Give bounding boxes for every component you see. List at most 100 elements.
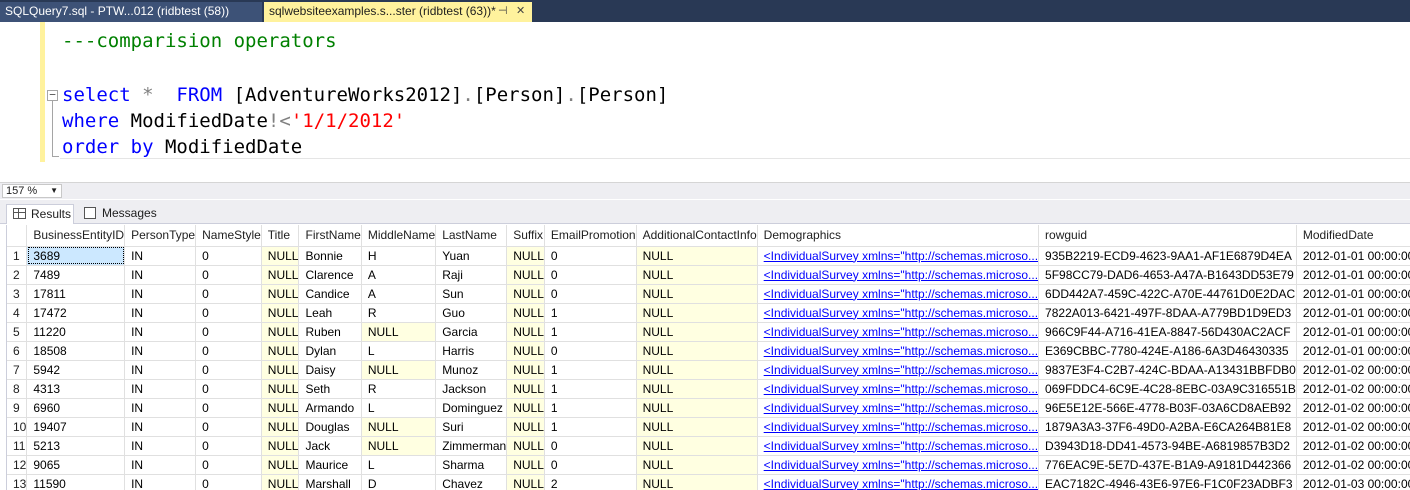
- tab-sqlwebsiteexamples[interactable]: sqlwebsiteexamples.s...ster (ridbtest (6…: [264, 2, 532, 22]
- cell-title[interactable]: NULL: [261, 474, 300, 490]
- cell-first-name[interactable]: Ruben: [298, 322, 362, 342]
- cell-last-name[interactable]: Suri: [435, 417, 508, 437]
- cell-title[interactable]: NULL: [261, 436, 300, 456]
- table-row[interactable]: 12 9065 IN 0 NULL Maurice L Sharma NULL 0 NULL <Ind…: [7, 455, 1410, 475]
- cell-title[interactable]: NULL: [261, 398, 300, 418]
- cell-title[interactable]: NULL: [261, 322, 300, 342]
- cell-first-name[interactable]: Armando: [298, 398, 362, 418]
- cell-demographics[interactable]: <IndividualSurvey xmlns="http://schemas.…: [757, 303, 1040, 323]
- cell-demographics[interactable]: <IndividualSurvey xmlns="http://schemas.…: [757, 436, 1040, 456]
- cell-email-promotion[interactable]: 2: [544, 474, 637, 490]
- cell-person-type[interactable]: IN: [124, 379, 197, 399]
- cell-first-name[interactable]: Jack: [298, 436, 362, 456]
- cell-demographics[interactable]: <IndividualSurvey xmlns="http://schemas.…: [757, 379, 1040, 399]
- cell-rowguid[interactable]: 96E5E12E-566E-4778-B03F-03A6CD8AEB92: [1038, 398, 1297, 418]
- cell-email-promotion[interactable]: 1: [544, 417, 637, 437]
- cell-business-entity-id[interactable]: 5942: [26, 360, 126, 380]
- table-row[interactable]: 1 3689 IN 0 NULL Bonnie H Yuan NULL 0 NULL <Individ…: [7, 246, 1410, 266]
- close-icon[interactable]: ✕: [516, 2, 525, 21]
- cell-business-entity-id[interactable]: 7489: [26, 265, 126, 285]
- cell-suffix[interactable]: NULL: [506, 246, 545, 266]
- cell-email-promotion[interactable]: 1: [544, 360, 637, 380]
- cell-email-promotion[interactable]: 1: [544, 398, 637, 418]
- tab-results[interactable]: Results: [6, 204, 74, 224]
- table-row[interactable]: 6 18508 IN 0 NULL Dylan L Harris NULL 0 NULL <Indiv…: [7, 341, 1410, 361]
- cell-last-name[interactable]: Garcia: [435, 322, 508, 342]
- cell-name-style[interactable]: 0: [195, 322, 262, 342]
- tab-sqlquery7[interactable]: SQLQuery7.sql - PTW...012 (ridbtest (58)…: [0, 2, 262, 22]
- cell-middle-name[interactable]: D: [361, 474, 437, 490]
- cell-additional-contact-info[interactable]: NULL: [636, 474, 758, 490]
- cell-name-style[interactable]: 0: [195, 417, 262, 437]
- query-editor[interactable]: − ---comparision operators select * FROM…: [0, 22, 1410, 182]
- cell-first-name[interactable]: Bonnie: [298, 246, 362, 266]
- cell-modified-date[interactable]: 2012-01-02 00:00:00.000: [1296, 455, 1410, 475]
- cell-person-type[interactable]: IN: [124, 246, 197, 266]
- cell-suffix[interactable]: NULL: [506, 341, 545, 361]
- cell-first-name[interactable]: Daisy: [298, 360, 362, 380]
- tab-messages[interactable]: Messages: [78, 204, 157, 224]
- column-header-person-type[interactable]: PersonType: [124, 225, 197, 247]
- cell-additional-contact-info[interactable]: NULL: [636, 303, 758, 323]
- cell-first-name[interactable]: Seth: [298, 379, 362, 399]
- cell-last-name[interactable]: Munoz: [435, 360, 508, 380]
- cell-last-name[interactable]: Sharma: [435, 455, 508, 475]
- cell-last-name[interactable]: Harris: [435, 341, 508, 361]
- cell-name-style[interactable]: 0: [195, 284, 262, 304]
- cell-demographics[interactable]: <IndividualSurvey xmlns="http://schemas.…: [757, 360, 1040, 380]
- cell-last-name[interactable]: Sun: [435, 284, 508, 304]
- cell-name-style[interactable]: 0: [195, 303, 262, 323]
- cell-business-entity-id[interactable]: 4313: [26, 379, 126, 399]
- cell-suffix[interactable]: NULL: [506, 474, 545, 490]
- cell-person-type[interactable]: IN: [124, 417, 197, 437]
- cell-title[interactable]: NULL: [261, 455, 300, 475]
- cell-business-entity-id[interactable]: 9065: [26, 455, 126, 475]
- cell-last-name[interactable]: Jackson: [435, 379, 508, 399]
- table-row[interactable]: 4 17472 IN 0 NULL Leah R Guo NULL 1 NULL <Individua…: [7, 303, 1410, 323]
- cell-rowguid[interactable]: D3943D18-DD41-4573-94BE-A6819857B3D2: [1038, 436, 1297, 456]
- cell-rowguid[interactable]: 069FDDC4-6C9E-4C28-8EBC-03A9C316551B: [1038, 379, 1297, 399]
- cell-demographics[interactable]: <IndividualSurvey xmlns="http://schemas.…: [757, 474, 1040, 490]
- cell-title[interactable]: NULL: [261, 360, 300, 380]
- cell-person-type[interactable]: IN: [124, 398, 197, 418]
- column-header-email-promotion[interactable]: EmailPromotion: [544, 225, 637, 247]
- table-row[interactable]: 5 11220 IN 0 NULL Ruben NULL Garcia NULL 1 NULL <In…: [7, 322, 1410, 342]
- cell-additional-contact-info[interactable]: NULL: [636, 246, 758, 266]
- cell-rowguid[interactable]: 5F98CC79-DAD6-4653-A47A-B1643DD53E79: [1038, 265, 1297, 285]
- cell-business-entity-id[interactable]: 17811: [26, 284, 126, 304]
- cell-middle-name[interactable]: L: [361, 398, 437, 418]
- cell-modified-date[interactable]: 2012-01-02 00:00:00.000: [1296, 417, 1410, 437]
- table-row[interactable]: 13 11590 IN 0 NULL Marshall D Chavez NULL 2 NULL <I…: [7, 474, 1410, 490]
- cell-title[interactable]: NULL: [261, 379, 300, 399]
- cell-email-promotion[interactable]: 0: [544, 284, 637, 304]
- cell-demographics[interactable]: <IndividualSurvey xmlns="http://schemas.…: [757, 417, 1040, 437]
- cell-name-style[interactable]: 0: [195, 246, 262, 266]
- cell-email-promotion[interactable]: 0: [544, 455, 637, 475]
- cell-additional-contact-info[interactable]: NULL: [636, 341, 758, 361]
- cell-modified-date[interactable]: 2012-01-02 00:00:00.000: [1296, 360, 1410, 380]
- cell-name-style[interactable]: 0: [195, 360, 262, 380]
- cell-name-style[interactable]: 0: [195, 474, 262, 490]
- cell-additional-contact-info[interactable]: NULL: [636, 265, 758, 285]
- cell-modified-date[interactable]: 2012-01-01 00:00:00.000: [1296, 322, 1410, 342]
- cell-email-promotion[interactable]: 0: [544, 436, 637, 456]
- results-grid[interactable]: BusinessEntityID PersonType NameStyle Title…: [6, 225, 1410, 490]
- cell-first-name[interactable]: Maurice: [298, 455, 362, 475]
- cell-rowguid[interactable]: 9837E3F4-C2B7-424C-BDAA-A13431BBFDB0: [1038, 360, 1297, 380]
- cell-person-type[interactable]: IN: [124, 455, 197, 475]
- cell-middle-name[interactable]: NULL: [361, 322, 437, 342]
- cell-additional-contact-info[interactable]: NULL: [636, 379, 758, 399]
- cell-business-entity-id[interactable]: 11590: [26, 474, 126, 490]
- cell-name-style[interactable]: 0: [195, 341, 262, 361]
- column-header-row-number[interactable]: [7, 225, 28, 247]
- column-header-last-name[interactable]: LastName: [435, 225, 508, 247]
- cell-demographics[interactable]: <IndividualSurvey xmlns="http://schemas.…: [757, 322, 1040, 342]
- cell-modified-date[interactable]: 2012-01-01 00:00:00.000: [1296, 284, 1410, 304]
- table-row[interactable]: 10 19407 IN 0 NULL Douglas NULL Suri NULL 1 NULL <I…: [7, 417, 1410, 437]
- cell-last-name[interactable]: Dominguez: [435, 398, 508, 418]
- cell-demographics[interactable]: <IndividualSurvey xmlns="http://schemas.…: [757, 246, 1040, 266]
- cell-business-entity-id[interactable]: 17472: [26, 303, 126, 323]
- cell-person-type[interactable]: IN: [124, 341, 197, 361]
- cell-first-name[interactable]: Candice: [298, 284, 362, 304]
- cell-modified-date[interactable]: 2012-01-03 00:00:00.000: [1296, 474, 1410, 490]
